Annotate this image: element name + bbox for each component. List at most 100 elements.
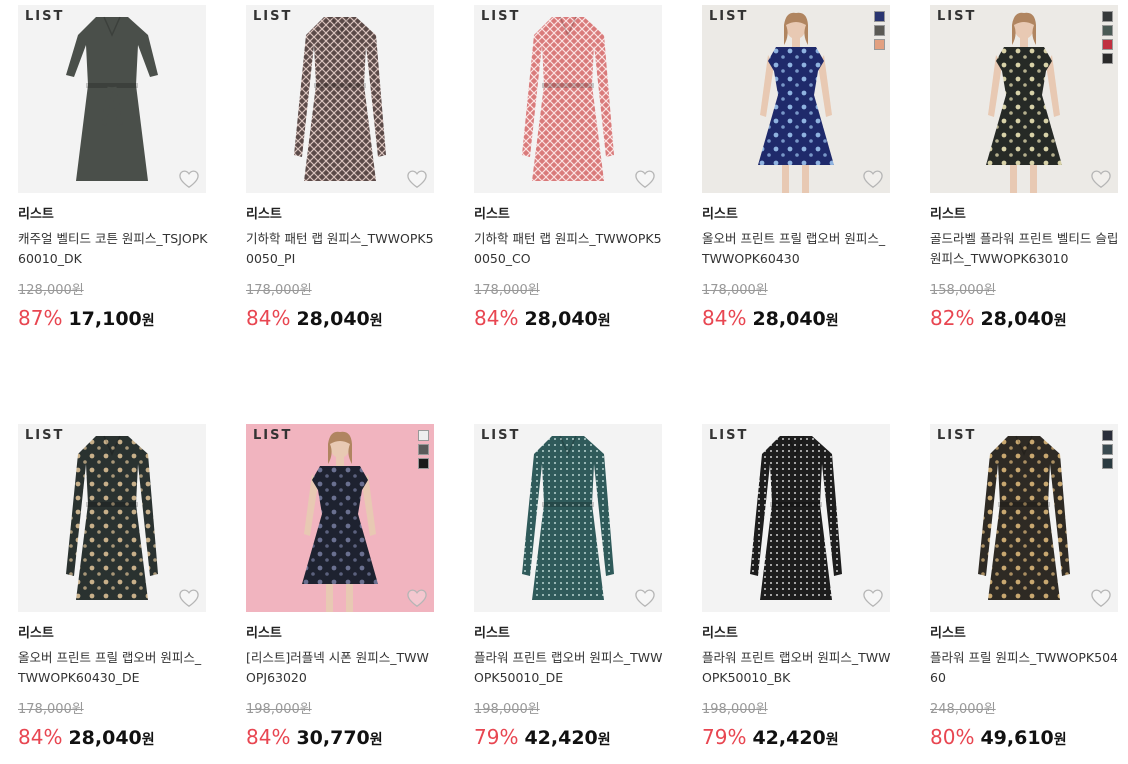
original-price: 198,000원 [702, 702, 768, 717]
discount-rate: 82% [930, 306, 975, 330]
sale-price-line: 80% 49,610원 [930, 725, 1118, 749]
list-logo: LIST [481, 9, 521, 24]
sale-price: 42,420 [524, 727, 598, 749]
product-card[interactable]: LIST 리스트 기하학 패턴 랩 원피스_TWWOPK50050_PI 178… [246, 5, 434, 330]
color-swatch[interactable] [1102, 444, 1113, 455]
discount-rate: 80% [930, 725, 975, 749]
product-image[interactable]: LIST [18, 5, 206, 193]
product-name[interactable]: 캐주얼 벨티드 코튼 원피스_TSJOPK60010_DK [18, 229, 208, 269]
product-image[interactable]: LIST [246, 424, 434, 612]
product-card[interactable]: LIST 리스트 플라워 프릴 원피스_TWWOPK50460 248,000원… [930, 424, 1118, 749]
product-name[interactable]: 기하학 패턴 랩 원피스_TWWOPK50050_PI [246, 229, 436, 269]
sale-price-line: 82% 28,040원 [930, 306, 1118, 330]
list-logo: LIST [937, 428, 977, 443]
color-swatch[interactable] [418, 458, 429, 469]
heart-icon[interactable] [178, 588, 200, 608]
product-card[interactable]: LIST 리스트 기하학 패턴 랩 원피스_TWWOPK50050_CO 178… [474, 5, 662, 330]
original-price: 198,000원 [246, 702, 312, 717]
color-swatch[interactable] [874, 25, 885, 36]
dress-illustration [758, 12, 834, 193]
product-image[interactable]: LIST [246, 5, 434, 193]
sale-price-line: 84% 28,040원 [474, 306, 662, 330]
color-swatch[interactable] [1102, 11, 1113, 22]
heart-icon[interactable] [406, 588, 428, 608]
product-card[interactable]: LIST 리스트 올오버 프린트 프릴 랩오버 원피스_TWWOPK60430_… [18, 424, 206, 749]
sale-price-line: 87% 17,100원 [18, 306, 206, 330]
color-swatch[interactable] [418, 430, 429, 441]
currency-unit: 원 [141, 732, 155, 748]
discount-rate: 79% [702, 725, 747, 749]
currency-unit: 원 [597, 732, 611, 748]
currency-unit: 원 [1053, 732, 1067, 748]
color-swatch[interactable] [874, 39, 885, 50]
heart-icon[interactable] [862, 169, 884, 189]
brand-name: 리스트 [702, 626, 738, 641]
color-swatches [874, 11, 885, 50]
product-image[interactable]: LIST [474, 5, 662, 193]
discount-rate: 84% [246, 725, 291, 749]
list-logo: LIST [937, 9, 977, 24]
currency-unit: 원 [141, 313, 155, 329]
product-card[interactable]: LIST 리스트 플라워 프린트 랩오버 원피스_TWWOPK50010_DE … [474, 424, 664, 749]
product-name[interactable]: 플라워 프린트 랩오버 원피스_TWWOPK50010_DE [474, 648, 664, 688]
discount-rate: 84% [246, 306, 291, 330]
heart-icon[interactable] [862, 588, 884, 608]
product-name[interactable]: 플라워 프릴 원피스_TWWOPK50460 [930, 648, 1120, 688]
product-card[interactable]: LIST 리스트 골드라벨 플라워 프린트 벨티드 슬립 원피스_TWWOPK6… [930, 5, 1118, 330]
sale-price: 28,040 [980, 308, 1054, 330]
product-name[interactable]: 기하학 패턴 랩 원피스_TWWOPK50050_CO [474, 229, 664, 269]
dress-illustration [66, 16, 158, 181]
heart-icon[interactable] [178, 169, 200, 189]
list-logo: LIST [481, 428, 521, 443]
product-card[interactable]: LIST 리스트 플라워 프린트 랩오버 원피스_TWWOPK50010_BK … [702, 424, 892, 749]
heart-icon[interactable] [406, 169, 428, 189]
color-swatch[interactable] [418, 444, 429, 455]
original-price: 128,000원 [18, 283, 84, 298]
brand-name: 리스트 [930, 207, 966, 222]
product-image[interactable]: LIST [930, 5, 1118, 193]
product-image[interactable]: LIST [474, 424, 662, 612]
product-image[interactable]: LIST [930, 424, 1118, 612]
heart-icon[interactable] [1090, 588, 1112, 608]
heart-icon[interactable] [634, 588, 656, 608]
product-image[interactable]: LIST [18, 424, 206, 612]
sale-price-line: 84% 28,040원 [18, 725, 206, 749]
product-image[interactable]: LIST [702, 5, 890, 193]
product-card[interactable]: LIST 리스트 캐주얼 벨티드 코튼 원피스_TSJOPK60010_DK 1… [18, 5, 208, 330]
product-image[interactable]: LIST [702, 424, 890, 612]
color-swatch[interactable] [1102, 458, 1113, 469]
currency-unit: 원 [597, 313, 611, 329]
product-name[interactable]: 올오버 프린트 프릴 랩오버 원피스_TWWOPK60430 [702, 229, 892, 269]
dress-illustration [522, 16, 614, 181]
discount-rate: 84% [702, 306, 747, 330]
product-card[interactable]: LIST 리스트 [리스트]러플넥 시폰 원피스_TWWOPJ63020 198… [246, 424, 434, 749]
heart-icon[interactable] [634, 169, 656, 189]
dress-illustration [986, 12, 1062, 193]
product-name[interactable]: 플라워 프린트 랩오버 원피스_TWWOPK50010_BK [702, 648, 892, 688]
original-price: 248,000원 [930, 702, 996, 717]
dress-illustration [294, 16, 386, 181]
currency-unit: 원 [369, 732, 383, 748]
dress-illustration [66, 435, 158, 600]
original-price: 178,000원 [702, 283, 768, 298]
product-name[interactable]: 골드라벨 플라워 프린트 벨티드 슬립 원피스_TWWOPK63010 [930, 229, 1120, 269]
heart-icon[interactable] [1090, 169, 1112, 189]
color-swatch[interactable] [1102, 53, 1113, 64]
sale-price: 28,040 [68, 727, 142, 749]
sale-price: 28,040 [296, 308, 370, 330]
product-card[interactable]: LIST 리스트 올오버 프린트 프릴 랩오버 원피스_TWWOPK60430 … [702, 5, 890, 330]
list-logo: LIST [253, 428, 293, 443]
product-name[interactable]: [리스트]러플넥 시폰 원피스_TWWOPJ63020 [246, 648, 436, 688]
currency-unit: 원 [369, 313, 383, 329]
brand-name: 리스트 [702, 207, 738, 222]
sale-price: 30,770 [296, 727, 370, 749]
color-swatch[interactable] [1102, 430, 1113, 441]
sale-price: 17,100 [68, 308, 142, 330]
color-swatch[interactable] [874, 11, 885, 22]
color-swatch[interactable] [1102, 25, 1113, 36]
color-swatch[interactable] [1102, 39, 1113, 50]
product-name[interactable]: 올오버 프린트 프릴 랩오버 원피스_TWWOPK60430_DE [18, 648, 208, 688]
discount-rate: 79% [474, 725, 519, 749]
dress-illustration [750, 435, 842, 600]
original-price: 178,000원 [18, 702, 84, 717]
